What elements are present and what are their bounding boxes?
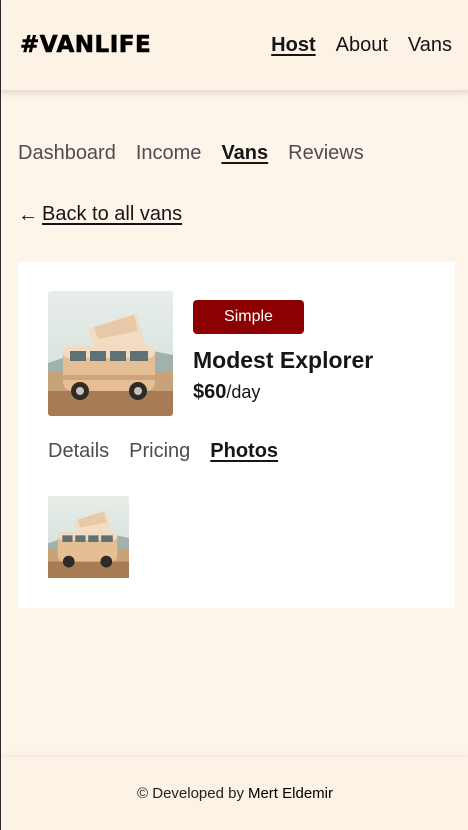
tab-details[interactable]: Details — [48, 440, 109, 463]
price-unit: /day — [226, 382, 261, 402]
host-nav-vans[interactable]: Vans — [221, 142, 268, 165]
van-detail-card: Simple Modest Explorer $60/day Details P… — [18, 262, 455, 608]
back-to-vans-link[interactable]: ← Back to all vans — [18, 203, 182, 226]
nav-about-link[interactable]: About — [336, 34, 388, 57]
site-header: #VANLIFE Host About Vans — [1, 0, 468, 90]
tab-photos[interactable]: Photos — [210, 440, 278, 463]
host-nav-reviews[interactable]: Reviews — [288, 142, 364, 165]
site-footer: © Developed by Mert Eldemir — [1, 757, 468, 830]
logo[interactable]: #VANLIFE — [20, 32, 151, 59]
main-nav: Host About Vans — [271, 34, 452, 57]
nav-host-link[interactable]: Host — [271, 34, 315, 57]
host-nav: Dashboard Income Vans Reviews — [18, 142, 364, 165]
van-photo-thumbnail — [48, 496, 129, 578]
back-link-label: Back to all vans — [42, 203, 183, 225]
host-nav-income[interactable]: Income — [136, 142, 202, 165]
nav-vans-link[interactable]: Vans — [408, 34, 452, 57]
tab-pricing[interactable]: Pricing — [129, 440, 190, 463]
van-price: $60/day — [193, 381, 260, 404]
van-detail-tabs: Details Pricing Photos — [48, 440, 278, 463]
footer-author: Mert Eldemir — [247, 785, 333, 802]
van-name: Modest Explorer — [193, 347, 374, 373]
footer-credit: © Developed by — [137, 785, 244, 802]
van-type-badge[interactable]: Simple — [193, 300, 304, 334]
van-image — [48, 291, 173, 416]
host-nav-dashboard[interactable]: Dashboard — [18, 142, 116, 165]
arrow-left-icon: ← — [18, 203, 38, 226]
price-amount: $60 — [193, 381, 227, 403]
